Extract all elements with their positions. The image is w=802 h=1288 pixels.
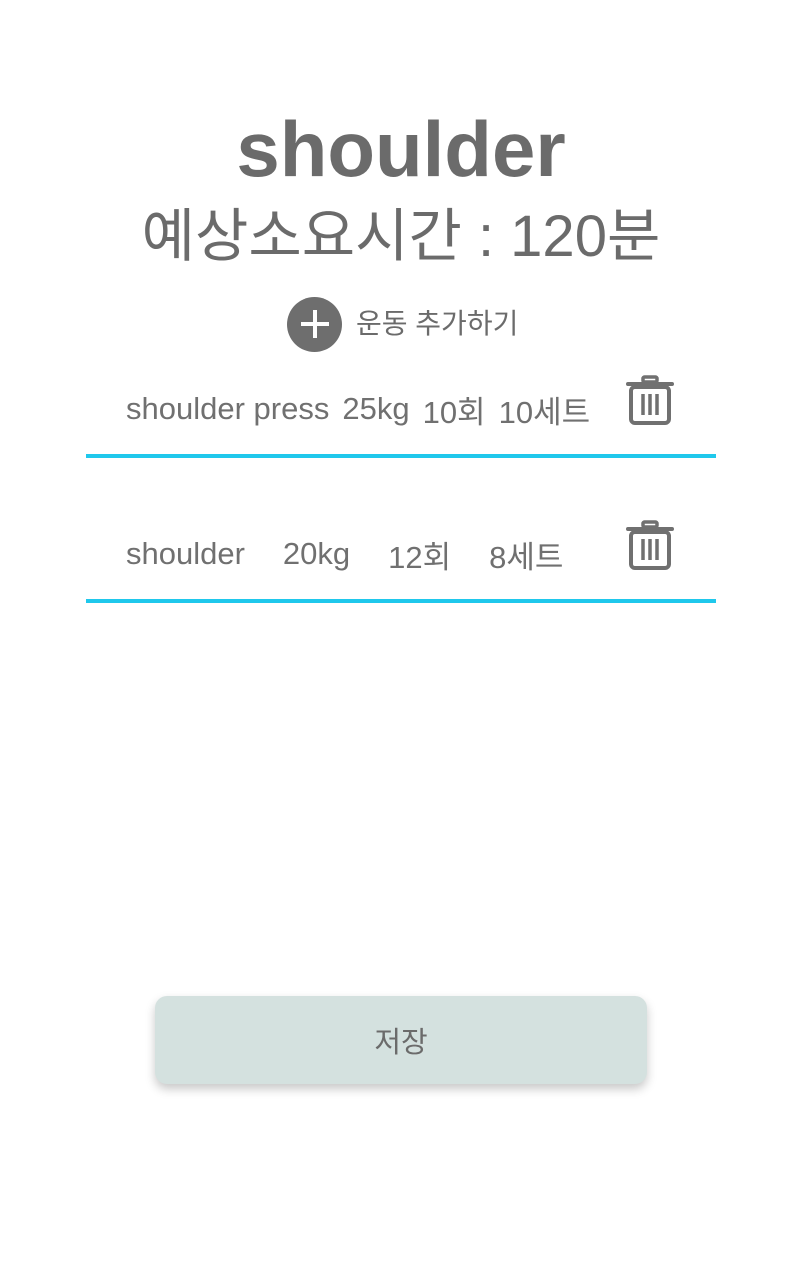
add-exercise-label[interactable]: 운동 추가하기 [356, 296, 518, 352]
save-button-label[interactable]: 저장 [374, 1019, 427, 1061]
trash-icon[interactable] [626, 374, 674, 426]
exercise-sets[interactable]: 8세트 [489, 532, 563, 577]
exercise-row[interactable]: shoulder press 25kg 10회 10세트 [86, 374, 716, 458]
exercise-name[interactable]: shoulder press [126, 391, 329, 427]
exercise-reps[interactable]: 10회 [423, 387, 486, 432]
exercise-weight[interactable]: 20kg [283, 536, 350, 572]
add-exercise-button[interactable]: 운동 추가하기 [287, 296, 518, 352]
exercise-sets[interactable]: 10세트 [499, 387, 591, 432]
exercise-name[interactable]: shoulder [126, 536, 245, 572]
exercise-weight[interactable]: 25kg [342, 391, 409, 427]
routine-title: shoulder [236, 105, 566, 193]
trash-icon[interactable] [626, 519, 674, 571]
exercise-row[interactable]: shoulder 20kg 12회 8세트 [86, 519, 716, 603]
save-button[interactable]: 저장 [155, 996, 647, 1084]
exercise-reps[interactable]: 12회 [388, 532, 451, 577]
plus-circle-icon[interactable] [287, 296, 342, 352]
estimated-duration: 예상소요시간 : 120분 [141, 204, 661, 269]
